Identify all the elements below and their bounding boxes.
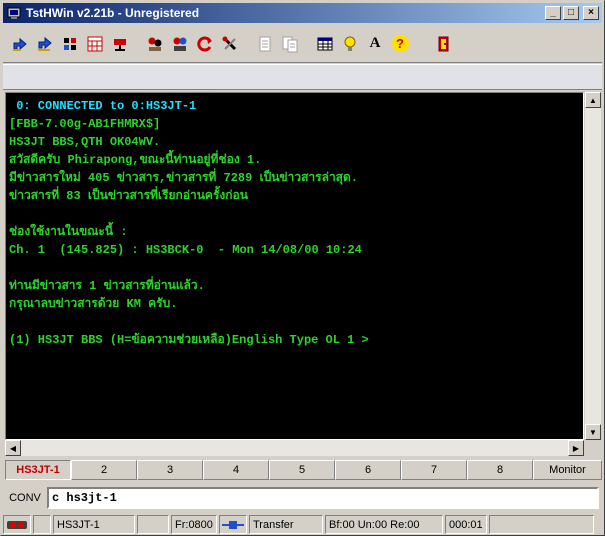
status-cell-blank [33, 515, 51, 534]
nodes-icon[interactable] [144, 33, 166, 55]
status-buffers: Bf:00 Un:00 Re:00 [325, 515, 443, 534]
command-input[interactable]: c hs3jt-1 [47, 487, 599, 509]
help-glyph: ? [391, 35, 409, 52]
terminal-line: สวัสดีครับ Phirapong,ขณะนี้ท่านอยู่ที่ช่… [9, 153, 262, 167]
vertical-scrollbar[interactable]: ▲ ▼ [584, 92, 601, 440]
title-bar[interactable]: TstHWin v2.21b - Unregistered _ □ × [3, 3, 602, 23]
transfer-icon [219, 515, 247, 534]
calendar-icon[interactable] [84, 33, 106, 55]
tab-channel-5[interactable]: 5 [269, 460, 335, 480]
terminal-line: ช่องใช้งานในขณะนี้ : [9, 225, 128, 239]
conv-label: CONV [9, 492, 41, 504]
antenna-icon[interactable] [109, 33, 131, 55]
toolbar-separator [414, 33, 432, 55]
toolbar-separator [244, 33, 254, 55]
font-icon[interactable]: A [364, 33, 386, 55]
terminal-line: Ch. 1 (145.825) : HS3BCK-0 - Mon 14/08/0… [9, 243, 362, 257]
refresh-icon[interactable] [194, 33, 216, 55]
scroll-left-button[interactable]: ◀ [5, 440, 21, 456]
channel-tabs: HS3JT-1 2 3 4 5 6 7 8 Monitor [5, 460, 602, 480]
toolbar-separator [304, 33, 314, 55]
bulb-icon[interactable] [339, 33, 361, 55]
terminal-line: HS3JT BBS,QTH OK04WV. [9, 135, 161, 149]
scroll-right-button[interactable]: ▶ [568, 440, 584, 456]
status-cell-blank [137, 515, 169, 534]
horizontal-scrollbar[interactable]: ◀ ▶ [5, 440, 584, 456]
tab-channel-1[interactable]: HS3JT-1 [5, 460, 71, 480]
terminal-line: กรุณาลบข่าวสารด้วย KM ครับ. [9, 297, 178, 311]
close-button[interactable]: × [583, 6, 599, 20]
app-window: TstHWin v2.21b - Unregistered _ □ × A ? … [0, 0, 605, 536]
help-icon[interactable]: ? [389, 33, 411, 55]
tab-channel-8[interactable]: 8 [467, 460, 533, 480]
toolbar-separator [134, 33, 144, 55]
users-icon[interactable] [169, 33, 191, 55]
tab-channel-9[interactable]: Monitor [533, 460, 602, 480]
tab-channel-2[interactable]: 2 [71, 460, 137, 480]
status-transfer: Transfer [249, 515, 323, 534]
toolbar-strip [3, 64, 602, 90]
terminal-line: (1) HS3JT BBS (H=ข้อความช่วยเหลือ)Englis… [9, 333, 369, 347]
document-icon[interactable] [254, 33, 276, 55]
conv-row: CONV c hs3jt-1 [3, 484, 602, 512]
terminal-line: ข่าวสารที่ 83 เป็นข่าวสารที่เรียกอ่านครั… [9, 189, 248, 203]
terminal-line: มีข่าวสารใหม่ 405 ข่าวสาร,ข่าวสารที่ 728… [9, 171, 358, 185]
toolbar: A ? [3, 25, 602, 63]
terminal-line: ท่านมีข่าวสาร 1 ข่าวสารที่อ่านแล้ว. [9, 279, 205, 293]
status-callsign: HS3JT-1 [53, 515, 135, 534]
tab-channel-6[interactable]: 6 [335, 460, 401, 480]
tab-channel-3[interactable]: 3 [137, 460, 203, 480]
connection-indicator [3, 515, 31, 534]
status-cell-blank [489, 515, 594, 534]
documents-icon[interactable] [279, 33, 301, 55]
status-timer: 000:01 [445, 515, 487, 534]
terminal-line: [FBB-7.00g-AB1FHMRX$] [9, 117, 161, 131]
minimize-button[interactable]: _ [545, 6, 561, 20]
terminal-line: 0: CONNECTED to 0:HS3JT-1 [9, 99, 197, 113]
connect-icon[interactable] [9, 33, 31, 55]
status-frame: Fr:0800 [171, 515, 217, 534]
exit-icon[interactable] [432, 33, 454, 55]
scroll-down-button[interactable]: ▼ [585, 424, 601, 440]
table-icon[interactable] [314, 33, 336, 55]
terminal-output[interactable]: 0: CONNECTED to 0:HS3JT-1 [FBB-7.00g-AB1F… [5, 92, 584, 440]
tab-channel-7[interactable]: 7 [401, 460, 467, 480]
disconnect-icon[interactable] [34, 33, 56, 55]
scroll-up-button[interactable]: ▲ [585, 92, 601, 108]
status-bar: HS3JT-1 Fr:0800 Transfer Bf:00 Un:00 Re:… [3, 515, 602, 534]
window-title: TstHWin v2.21b - Unregistered [26, 6, 200, 20]
app-icon [6, 5, 22, 21]
station-icon[interactable] [59, 33, 81, 55]
tab-channel-4[interactable]: 4 [203, 460, 269, 480]
maximize-button[interactable]: □ [563, 6, 579, 20]
tools-icon[interactable] [219, 33, 241, 55]
